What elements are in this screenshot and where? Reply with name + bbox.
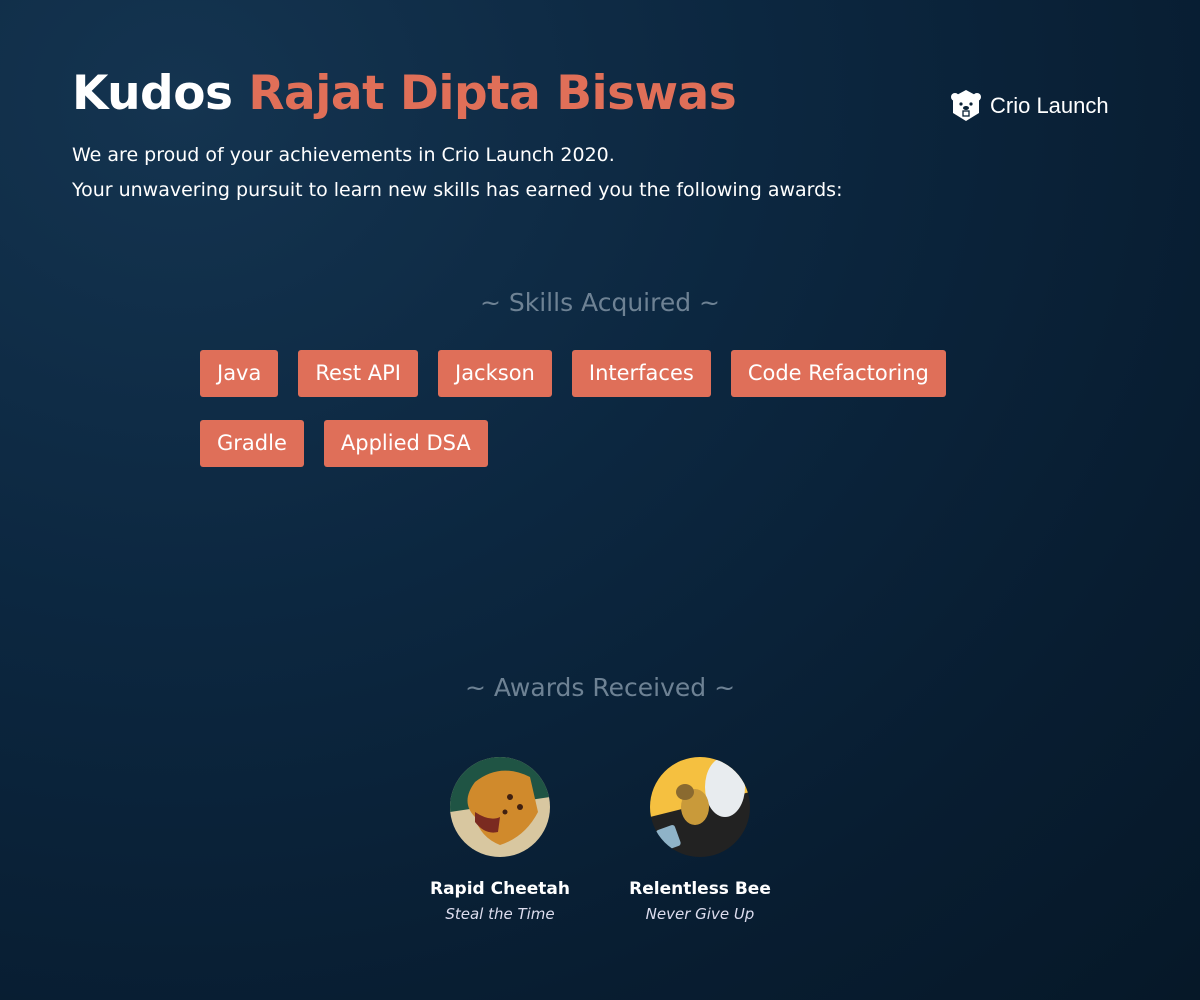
skills-heading: ~ Skills Acquired ~ (480, 288, 720, 317)
awards-heading: ~ Awards Received ~ (464, 673, 736, 702)
greeting: Kudos (72, 66, 233, 121)
skill-tag: Interfaces (571, 350, 711, 397)
recipient-name: Rajat Dipta Biswas (248, 66, 737, 121)
beaver-icon (951, 90, 981, 121)
skill-tag: Gradle (200, 420, 304, 467)
crio-launch-logo: Crio Launch (950, 88, 1109, 124)
page-title: Kudos Rajat Dipta Biswas (72, 66, 737, 121)
intro-line-1: We are proud of your achievements in Cri… (72, 144, 615, 166)
bee-badge-icon (650, 757, 750, 857)
skill-tag: Applied DSA (323, 420, 488, 467)
skill-tag: Java (200, 350, 279, 397)
award-tagline: Never Give Up (645, 905, 755, 923)
skill-tag: Rest API (298, 350, 418, 397)
award-rapid-cheetah: Rapid Cheetah Steal the Time (400, 757, 600, 923)
award-relentless-bee: Relentless Bee Never Give Up (600, 757, 800, 923)
intro-line-2: Your unwavering pursuit to learn new ski… (72, 179, 843, 201)
skill-tag: Jackson (438, 350, 552, 397)
cheetah-badge-icon (450, 757, 550, 857)
award-name: Relentless Bee (629, 879, 771, 899)
skills-list: Java Rest API Jackson Interfaces Code Re… (200, 350, 1020, 467)
skill-tag: Code Refactoring (730, 350, 946, 397)
logo-text: Crio Launch (990, 93, 1109, 118)
award-name: Rapid Cheetah (430, 879, 570, 899)
award-tagline: Steal the Time (445, 905, 555, 923)
